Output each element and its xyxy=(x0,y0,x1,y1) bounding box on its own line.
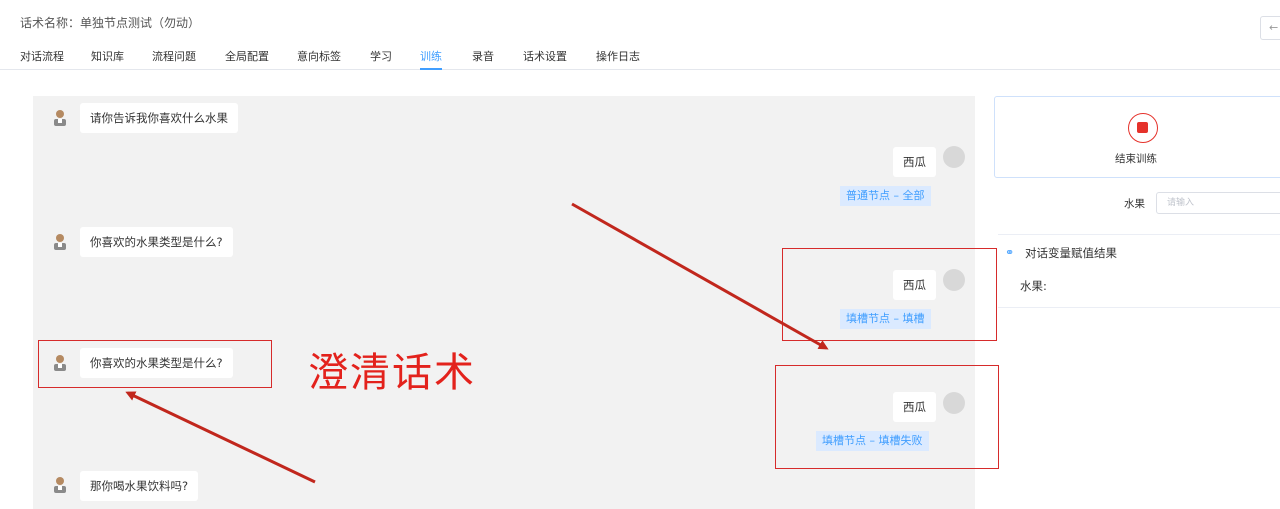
bot-message-bubble: 那你喝水果饮料吗? xyxy=(80,471,199,501)
divider xyxy=(998,307,1280,308)
assignment-result-row: 水果: xyxy=(1020,279,1047,293)
annotation-box-clarification xyxy=(38,340,272,388)
tab-flow-questions[interactable]: 流程问题 xyxy=(152,48,196,64)
tab-bar: 对话流程 知识库 流程问题 全局配置 意向标签 学习 训练 录音 话术设置 操作… xyxy=(0,40,1280,70)
tab-operation-log[interactable]: 操作日志 xyxy=(596,48,640,64)
node-tag: 普通节点 – 全部 xyxy=(840,186,931,206)
divider xyxy=(998,234,1280,235)
bot-avatar-icon xyxy=(54,477,66,493)
user-avatar-icon xyxy=(943,146,965,168)
annotation-box-fill-slot xyxy=(782,248,997,341)
stop-training-button[interactable] xyxy=(1128,113,1158,143)
page-title: 话术名称：单独节点测试（勿动） xyxy=(20,16,201,30)
back-arrow-icon: ← xyxy=(1269,21,1279,34)
training-control-card: 结束训练 xyxy=(994,96,1280,178)
tab-intent-tags[interactable]: 意向标签 xyxy=(297,48,341,64)
user-message-bubble: 西瓜 xyxy=(893,147,936,177)
stop-training-label: 结束训练 xyxy=(1115,153,1157,165)
link-icon: ⚭ xyxy=(1005,246,1015,259)
bot-avatar-icon xyxy=(54,110,66,126)
bot-message-bubble: 你喜欢的水果类型是什么? xyxy=(80,227,233,257)
active-tab-indicator xyxy=(420,68,442,70)
back-button[interactable]: ← xyxy=(1260,16,1280,40)
bot-avatar-icon xyxy=(54,234,66,250)
tab-recordings[interactable]: 录音 xyxy=(472,48,494,64)
tab-knowledge-base[interactable]: 知识库 xyxy=(91,48,124,64)
tab-dialog-flow[interactable]: 对话流程 xyxy=(20,48,64,64)
bot-message-bubble: 请你告诉我你喜欢什么水果 xyxy=(80,103,238,133)
tab-training[interactable]: 训练 xyxy=(420,48,442,64)
assignment-result-title: 对话变量赋值结果 xyxy=(1025,246,1117,260)
annotation-label: 澄清话术 xyxy=(308,350,476,396)
variable-input[interactable] xyxy=(1156,192,1280,214)
tab-global-config[interactable]: 全局配置 xyxy=(225,48,269,64)
annotation-box-fill-failed xyxy=(775,365,999,469)
variable-label: 水果 xyxy=(1124,198,1145,210)
tab-learning[interactable]: 学习 xyxy=(370,48,392,64)
tab-script-settings[interactable]: 话术设置 xyxy=(523,48,567,64)
